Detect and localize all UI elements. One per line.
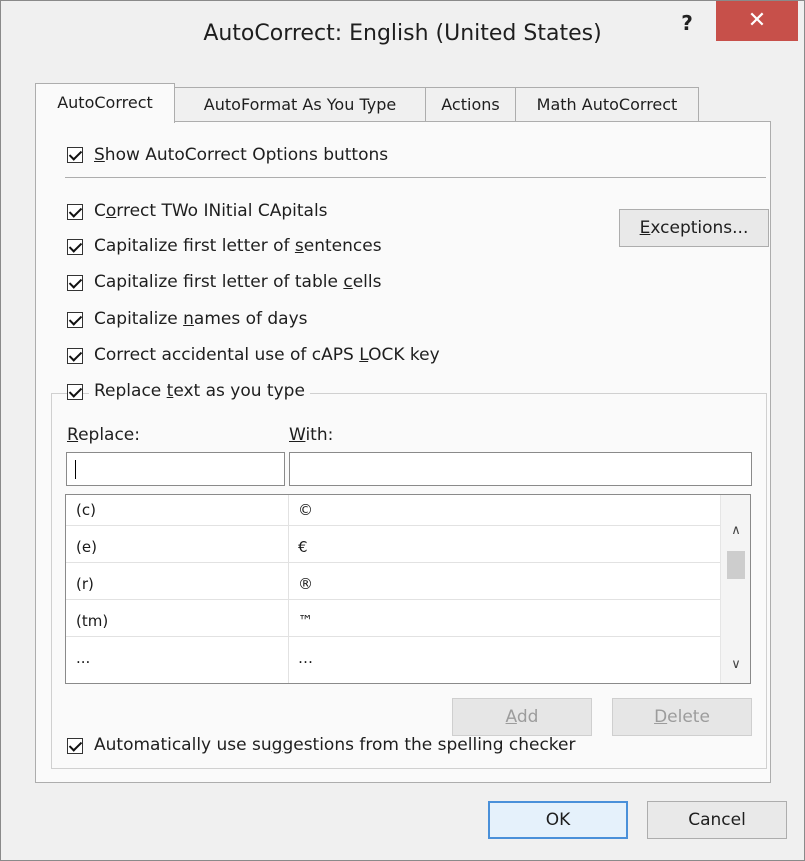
caps-lock-label: Correct accidental use of cAPS LOCK key (94, 345, 440, 365)
title-bar: AutoCorrect: English (United States) ? ✕ (1, 1, 804, 79)
cancel-button[interactable]: Cancel (647, 801, 787, 839)
list-item[interactable]: (c) © (66, 495, 720, 526)
add-button[interactable]: Add (452, 698, 592, 736)
caps-lock-checkbox[interactable] (67, 348, 83, 364)
capitalize-days-checkbox[interactable] (67, 312, 83, 328)
list-scrollbar[interactable]: ∧ ∨ (720, 495, 750, 683)
list-item[interactable]: (tm) ™ (66, 606, 720, 637)
replace-text-checkbox[interactable] (67, 384, 83, 400)
correct-two-initial-capitals-checkbox[interactable] (67, 204, 83, 220)
replacement-list[interactable]: (c) © (e) € (r) ® (tm) ™ ...… ∧ ∨ (65, 494, 751, 684)
show-autocorrect-options-checkbox[interactable] (67, 147, 83, 163)
delete-button[interactable]: Delete (612, 698, 752, 736)
scroll-down-icon[interactable]: ∨ (721, 657, 750, 672)
use-spelling-suggestions-label: Automatically use suggestions from the s… (94, 735, 576, 755)
exceptions-button[interactable]: Exceptions... (619, 209, 769, 247)
list-item[interactable]: (r) ® (66, 569, 720, 600)
list-item[interactable]: ...… (66, 643, 720, 673)
scroll-thumb[interactable] (727, 551, 745, 579)
capitalize-sentences-label: Capitalize first letter of sentences (94, 236, 382, 256)
capitalize-days-label: Capitalize names of days (94, 309, 308, 329)
capitalize-sentences-checkbox[interactable] (67, 239, 83, 255)
tab-math-autocorrect[interactable]: Math AutoCorrect (515, 87, 699, 121)
capitalize-table-cells-checkbox[interactable] (67, 275, 83, 291)
help-button[interactable]: ? (673, 3, 701, 43)
autocorrect-dialog: AutoCorrect: English (United States) ? ✕… (0, 0, 805, 861)
capitalize-table-cells-label: Capitalize first letter of table cells (94, 272, 382, 292)
ok-button[interactable]: OK (488, 801, 628, 839)
list-item[interactable]: (e) € (66, 532, 720, 563)
show-autocorrect-options-label: Show AutoCorrect Options buttons (94, 145, 389, 165)
tab-actions[interactable]: Actions (425, 87, 516, 121)
tab-autoformat-as-you-type[interactable]: AutoFormat As You Type (174, 87, 426, 121)
replace-input[interactable] (66, 452, 285, 486)
close-button[interactable]: ✕ (716, 1, 798, 41)
with-input[interactable] (289, 452, 752, 486)
replace-text-label: Replace text as you type (89, 381, 310, 401)
scroll-up-icon[interactable]: ∧ (721, 523, 750, 538)
tab-autocorrect[interactable]: AutoCorrect (35, 83, 175, 123)
replace-column-label: Replace: (67, 425, 140, 445)
correct-two-initial-capitals-label: Correct TWo INitial CApitals (94, 201, 328, 221)
with-column-label: With: (289, 425, 334, 445)
text-cursor (75, 460, 76, 479)
use-spelling-suggestions-checkbox[interactable] (67, 738, 83, 754)
separator (65, 177, 766, 178)
